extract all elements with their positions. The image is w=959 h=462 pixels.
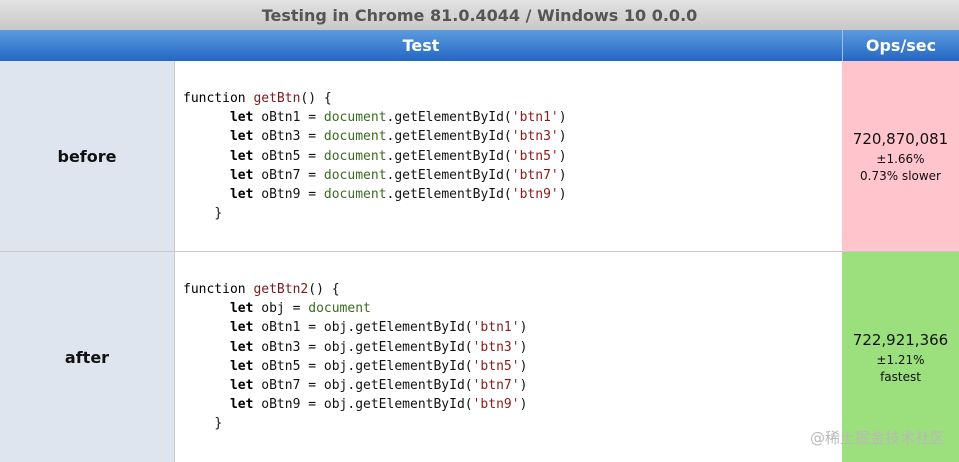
ops-verdict: fastest [880, 369, 921, 384]
ops-margin: ±1.21% [876, 352, 925, 367]
code-line: } [214, 206, 223, 222]
code-line: let oBtn7 = document.getElementById('btn… [229, 167, 567, 183]
code-line: let obj = document [229, 301, 371, 317]
ops-margin: ±1.66% [876, 151, 925, 166]
code-line: let oBtn3 = obj.getElementById('btn3') [229, 339, 528, 355]
ops-value: 722,921,366 [852, 330, 949, 349]
test-column-header: Test [0, 30, 842, 61]
code-block-before: function getBtn() { let oBtn1 = document… [183, 89, 567, 223]
code-line: let oBtn1 = obj.getElementById('btn1') [229, 320, 528, 336]
code-cell-after: function getBtn2() { let obj = document … [175, 252, 842, 462]
test-label-before: before [0, 61, 175, 251]
ops-cell-before: 720,870,081 ±1.66% 0.73% slower [842, 61, 959, 251]
ops-verdict: 0.73% slower [860, 168, 941, 183]
code-line: function getBtn2() { [183, 282, 340, 297]
code-line: function getBtn() { [183, 91, 332, 106]
test-label-after: after [0, 252, 175, 462]
code-block-after: function getBtn2() { let obj = document … [183, 280, 527, 434]
site-watermark: @稀土掘金技术社区 [809, 429, 945, 447]
code-line: let oBtn1 = document.getElementById('btn… [229, 110, 567, 126]
code-line: let oBtn9 = obj.getElementById('btn9') [229, 397, 528, 413]
code-line: let oBtn5 = document.getElementById('btn… [229, 148, 567, 164]
results-caption: Testing in Chrome 81.0.4044 / Windows 10… [0, 0, 959, 30]
code-cell-before: function getBtn() { let oBtn1 = document… [175, 61, 842, 251]
code-line: let oBtn7 = obj.getElementById('btn7') [229, 378, 528, 394]
code-line: } [214, 416, 223, 432]
code-line: let oBtn9 = document.getElementById('btn… [229, 187, 567, 203]
code-line: let oBtn5 = obj.getElementById('btn5') [229, 358, 528, 374]
code-line: let oBtn3 = document.getElementById('btn… [229, 129, 567, 145]
ops-value: 720,870,081 [852, 129, 949, 148]
ops-column-header: Ops/sec [842, 30, 959, 61]
